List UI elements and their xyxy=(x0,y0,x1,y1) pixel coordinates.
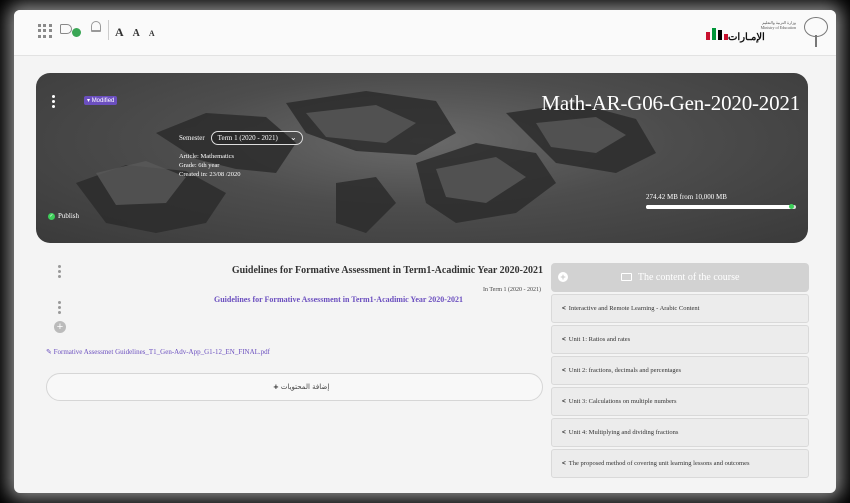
publish-status[interactable]: ✓ Publish xyxy=(48,212,79,220)
status-dot xyxy=(72,28,81,37)
course-item[interactable]: < Unit 2: fractions, decimals and percent… xyxy=(551,356,809,385)
storage-bar xyxy=(646,204,796,209)
storage-bar-fill xyxy=(646,204,794,209)
file-link[interactable]: ✎ Formative Assessmet Guidelines_T1_Gen-… xyxy=(46,348,270,356)
course-item[interactable]: < Interactive and Remote Learning - Arabi… xyxy=(551,294,809,323)
ministry-text: وزارة التربية والتعليم Ministry of Educa… xyxy=(760,20,796,30)
file-name: Formative Assessmet Guidelines_T1_Gen-Ad… xyxy=(53,348,271,356)
semester-label: Semester xyxy=(179,134,205,142)
grade-text: Grade: 6th year xyxy=(179,162,220,169)
course-title: Math-AR-G06-Gen-2020-2021 xyxy=(541,91,800,115)
add-content-label: + إضافة المحتويات xyxy=(273,383,329,391)
chevron-left-icon: < xyxy=(562,460,566,467)
course-item[interactable]: < Unit 4: Multiplying and dividing fracti… xyxy=(551,418,809,447)
attachment-icon: ✎ xyxy=(46,348,52,356)
section-menu-icon[interactable] xyxy=(58,265,61,280)
megaphone-icon[interactable] xyxy=(60,22,82,38)
chevron-left-icon: < xyxy=(562,429,566,436)
tree-logo-icon xyxy=(802,17,830,49)
add-topic-icon[interactable]: + xyxy=(558,272,568,282)
course-item-label: Unit 1: Ratios and rates xyxy=(568,336,631,343)
uae-logo: الإمـارات وزارة التربية والتعليم Ministr… xyxy=(706,18,796,48)
course-item-label: Interactive and Remote Learning - Arabic… xyxy=(568,305,700,312)
modified-badge: ▾ Modified xyxy=(84,96,118,105)
chevron-left-icon: < xyxy=(562,305,566,312)
chevron-left-icon: < xyxy=(562,336,566,343)
logos: الإمـارات وزارة التربية والتعليم Ministr… xyxy=(706,14,830,52)
divider xyxy=(108,20,109,40)
chevron-left-icon: < xyxy=(562,367,566,374)
course-meta: Article: Mathematics Grade: 6th year Cre… xyxy=(179,152,241,179)
semester-value: Term 1 (2020 - 2021) xyxy=(217,134,278,142)
storage-text: 274.42 MB from 10,000 MB xyxy=(646,193,727,201)
font-size-small-button[interactable]: A xyxy=(149,29,155,38)
modified-badge-label: Modified xyxy=(91,98,115,104)
course-banner: ▾ Modified Math-AR-G06-Gen-2020-2021 Sem… xyxy=(36,73,808,243)
book-icon xyxy=(620,273,632,281)
semester-select[interactable]: Term 1 (2020 - 2021) ⌄ xyxy=(210,131,303,145)
course-item-label: Unit 2: fractions, decimals and percenta… xyxy=(568,367,682,374)
top-bar: A A A الإمـارات وزارة التربية والتعليم M… xyxy=(14,10,836,56)
item-menu-icon[interactable] xyxy=(58,301,61,316)
plus-icon: + xyxy=(273,383,279,391)
uae-bars-icon xyxy=(706,28,728,40)
app-grid-icon[interactable] xyxy=(38,24,52,38)
course-content-title: The content of the course xyxy=(637,272,740,283)
add-content-button[interactable]: + إضافة المحتويات xyxy=(46,373,543,401)
app-screen: A A A الإمـارات وزارة التربية والتعليم M… xyxy=(14,10,836,493)
publish-label: Publish xyxy=(58,212,80,220)
course-item-label: Unit 3: Calculations on multiple numbers xyxy=(568,398,677,405)
chevron-down-icon: ⌄ xyxy=(289,133,297,142)
course-item[interactable]: < Unit 3: Calculations on multiple number… xyxy=(551,387,809,416)
bell-icon[interactable] xyxy=(90,21,102,35)
section-title: Guidelines for Formative Assessment in T… xyxy=(231,265,543,276)
course-item-label: Unit 4: Multiplying and dividing fractio… xyxy=(568,429,679,436)
add-content-text: إضافة المحتويات xyxy=(280,383,330,391)
banner-menu-icon[interactable] xyxy=(52,95,55,110)
course-content-header: + The content of the course xyxy=(551,263,809,292)
semester-row: Semester Term 1 (2020 - 2021) ⌄ xyxy=(179,131,303,145)
course-content-panel: + The content of the course < Interactive… xyxy=(551,263,809,478)
course-item[interactable]: < The proposed method of covering unit le… xyxy=(551,449,809,478)
font-size-large-button[interactable]: A xyxy=(115,25,124,39)
storage-end-dot xyxy=(788,204,794,209)
chevron-left-icon: < xyxy=(562,398,566,405)
article-text: Article: Mathematics xyxy=(179,153,235,160)
uae-logo-text: الإمـارات xyxy=(728,32,765,43)
check-circle-icon: ✓ xyxy=(48,212,55,220)
created-text: Created in: 23/08 /2020 xyxy=(179,171,241,178)
add-circle-icon[interactable]: + xyxy=(54,321,66,333)
section-subtitle-link[interactable]: Guidelines for Formative Assessment in T… xyxy=(214,295,463,304)
font-size-controls: A A A xyxy=(115,23,160,41)
course-item-label: The proposed method of covering unit lea… xyxy=(568,460,750,467)
font-size-medium-button[interactable]: A xyxy=(133,28,140,39)
course-item[interactable]: < Unit 1: Ratios and rates xyxy=(551,325,809,354)
term-text: In Term 1 (2020 - 2021) xyxy=(483,287,541,293)
